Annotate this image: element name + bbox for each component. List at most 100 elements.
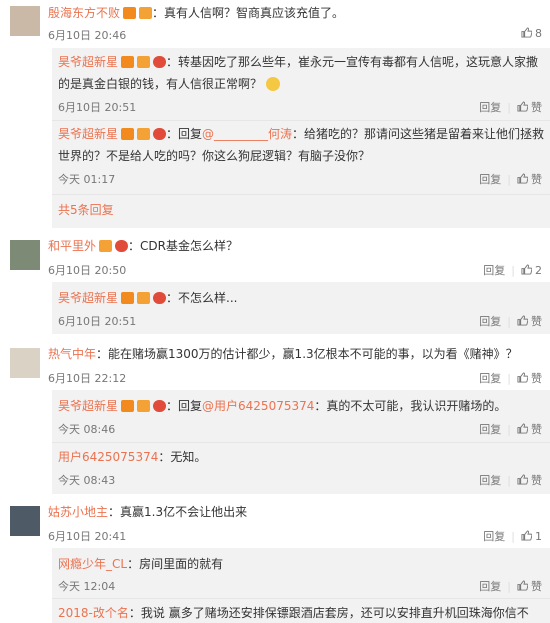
reply-button[interactable]: 回复 <box>479 580 501 593</box>
red-badge-icon <box>115 240 129 252</box>
reply-actions: 回复 | 赞 <box>479 423 542 436</box>
red-badge-icon <box>153 128 167 140</box>
user-name[interactable]: 殷海东方不败 <box>48 6 120 20</box>
thumbs-up-icon <box>517 173 528 184</box>
reply-time: 今天 08:43 <box>58 474 116 487</box>
user-name[interactable]: 2018-改个名 <box>58 606 129 620</box>
comment-time: 6月10日 22:12 <box>48 372 127 385</box>
reply-button[interactable]: 回复 <box>483 530 505 543</box>
comment-time: 6月10日 20:50 <box>48 264 127 277</box>
user-name[interactable]: 姑苏小地主 <box>48 505 108 519</box>
reply-time: 今天 08:46 <box>58 423 116 436</box>
like-button[interactable]: 赞 <box>517 101 542 114</box>
reply-actions: 回复 | 赞 <box>479 101 542 114</box>
avatar[interactable] <box>10 506 40 536</box>
reply-actions: 回复 | 赞 <box>479 580 542 593</box>
like-button[interactable]: 8 <box>521 27 542 40</box>
more-replies-link[interactable]: 共5条回复 <box>58 202 114 218</box>
divider <box>52 120 550 121</box>
like-button[interactable]: 1 <box>521 530 542 543</box>
emoji-icon <box>265 77 280 91</box>
reply-button[interactable]: 回复 <box>479 173 501 186</box>
user-name[interactable]: 昊爷超新星 <box>58 55 118 69</box>
thumbs-up-icon <box>521 27 532 38</box>
avatar[interactable] <box>10 348 40 378</box>
red-badge-icon <box>153 56 167 68</box>
comment-time: 6月10日 20:46 <box>48 29 127 42</box>
verified-badge-icon <box>123 7 137 19</box>
reply-text-continued: 世界的？不是给人吃的吗？你这么狗屁逻辑？有脑子没你？ <box>58 149 371 163</box>
user-name[interactable]: 热气中年 <box>48 347 96 361</box>
reply-time: 6月10日 20:51 <box>58 315 137 328</box>
thumbs-up-icon <box>517 101 528 112</box>
level-badge-icon <box>137 400 151 412</box>
user-name[interactable]: 昊爷超新星 <box>58 291 118 305</box>
user-name[interactable]: 和平里外 <box>48 239 96 253</box>
user-name[interactable]: 昊爷超新星 <box>58 399 118 413</box>
like-button[interactable]: 赞 <box>517 173 542 186</box>
reply-time: 今天 01:17 <box>58 173 116 186</box>
reply-button[interactable]: 回复 <box>479 423 501 436</box>
reply-text: 网瘾少年_CL：房间里面的就有 <box>58 557 224 571</box>
comment-actions: 回复 | 赞 <box>479 372 542 385</box>
reply-text: 昊爷超新星 ：不怎么样... <box>58 291 238 305</box>
reply-button[interactable]: 回复 <box>479 372 501 385</box>
comment-actions: 回复 | 2 <box>483 264 542 277</box>
user-name[interactable]: 网瘾少年_CL <box>58 557 127 571</box>
verified-badge-icon <box>121 128 135 140</box>
thumbs-up-icon <box>521 530 532 541</box>
like-button[interactable]: 赞 <box>517 372 542 385</box>
thumbs-up-icon <box>517 580 528 591</box>
like-button[interactable]: 赞 <box>517 580 542 593</box>
comment-text: 姑苏小地主：真赢1.3亿不会让他出来 <box>48 505 248 519</box>
reply-actions: 回复 | 赞 <box>479 315 542 328</box>
thumbs-up-icon <box>517 372 528 383</box>
reply-text: 昊爷超新星 ：回复@用户6425075374：真的不太可能，我认识开赌场的。 <box>58 399 507 413</box>
mention-link[interactable]: @用户6425075374 <box>202 399 314 413</box>
comment-text: 殷海东方不败 ：真有人信啊？智商真应该充值了。 <box>48 6 345 20</box>
level-badge-icon <box>137 128 151 140</box>
user-name[interactable]: 用户6425075374 <box>58 450 158 464</box>
avatar[interactable] <box>10 240 40 270</box>
comment-actions: 8 <box>521 27 542 40</box>
level-badge-icon <box>137 292 151 304</box>
verified-badge-icon <box>121 56 135 68</box>
red-badge-icon <box>153 400 167 412</box>
divider <box>52 598 550 599</box>
comment-time: 6月10日 20:41 <box>48 530 127 543</box>
comment-actions: 回复 | 1 <box>483 530 542 543</box>
reply-time: 6月10日 20:51 <box>58 101 137 114</box>
red-badge-icon <box>153 292 167 304</box>
thumbs-up-icon <box>521 264 532 275</box>
reply-actions: 回复 | 赞 <box>479 474 542 487</box>
reply-actions: 回复 | 赞 <box>479 173 542 186</box>
reply-button[interactable]: 回复 <box>483 264 505 277</box>
thumbs-up-icon <box>517 423 528 434</box>
reply-time: 今天 12:04 <box>58 580 116 593</box>
like-button[interactable]: 赞 <box>517 315 542 328</box>
mention-link[interactable]: @_________何涛 <box>202 127 292 141</box>
divider <box>52 442 550 443</box>
reply-button[interactable]: 回复 <box>479 101 501 114</box>
reply-text: 昊爷超新星 ：转基因吃了那么些年，崔永元一宣传有毒都有人信呢，这玩意人家撒 <box>58 55 539 69</box>
reply-text-continued: 的是真金白银的钱，有人信很正常啊？ <box>58 76 280 92</box>
verified-badge-icon <box>121 400 135 412</box>
divider <box>52 194 550 195</box>
like-button[interactable]: 赞 <box>517 474 542 487</box>
thumbs-up-icon <box>517 474 528 485</box>
avatar[interactable] <box>10 6 40 36</box>
like-button[interactable]: 2 <box>521 264 542 277</box>
thumbs-up-icon <box>517 315 528 326</box>
verified-badge-icon <box>121 292 135 304</box>
reply-text: 昊爷超新星 ：回复@_________何涛：给猪吃的？那请问这些猪是留着来让他们拯… <box>58 127 545 141</box>
like-button[interactable]: 赞 <box>517 423 542 436</box>
reply-text: 用户6425075374：无知。 <box>58 450 207 464</box>
reply-button[interactable]: 回复 <box>479 474 501 487</box>
comment-text: 热气中年：能在赌场赢1300万的估计都少，赢1.3亿根本不可能的事，以为看《赌神… <box>48 347 518 361</box>
level-badge-icon <box>139 7 153 19</box>
reply-text: 2018-改个名：我说 赢多了赌场还安排保镖跟酒店套房，还可以安排直升机回珠海你… <box>58 606 529 620</box>
comment-text: 和平里外 ：CDR基金怎么样？ <box>48 239 238 253</box>
level-badge-icon <box>99 240 113 252</box>
reply-button[interactable]: 回复 <box>479 315 501 328</box>
user-name[interactable]: 昊爷超新星 <box>58 127 118 141</box>
